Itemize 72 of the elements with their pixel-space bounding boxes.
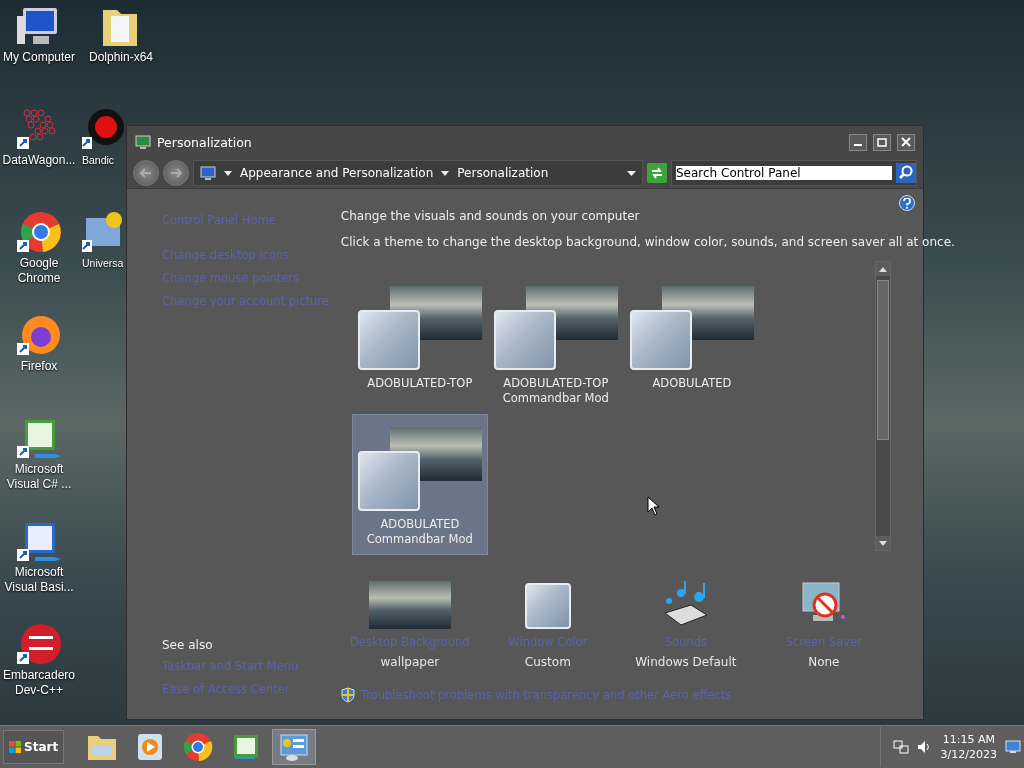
- address-bar[interactable]: Appearance and Personalization Personalization: [193, 160, 643, 186]
- network-icon[interactable]: [892, 739, 909, 755]
- setting-value: None: [808, 654, 840, 671]
- setting-value: wallpaper: [380, 654, 440, 671]
- taskbar-app-button[interactable]: [272, 729, 317, 765]
- breadcrumb-item[interactable]: Personalization: [457, 166, 549, 180]
- scrollbar-thumb[interactable]: [876, 280, 889, 440]
- search-field[interactable]: Search Control Panel: [671, 160, 917, 186]
- desktop-icon-label[interactable]: My Computer: [3, 50, 75, 65]
- color-swatch: [357, 310, 420, 370]
- forward-arrow-icon: [170, 168, 182, 178]
- desktop-icon-label[interactable]: Embarcadero Dev-C++: [0, 668, 78, 698]
- caret-icon[interactable]: [441, 170, 450, 176]
- desktop-icon-label[interactable]: Bandic: [82, 153, 115, 168]
- scroll-down-button[interactable]: [875, 536, 890, 550]
- close-button[interactable]: [897, 133, 915, 151]
- setting-value: Windows Default: [635, 654, 737, 671]
- desktop-icon-label[interactable]: Firefox: [20, 359, 58, 374]
- theme-name: ADOBULATED: [651, 376, 733, 391]
- color-swatch[interactable]: [524, 583, 571, 629]
- close-icon: [901, 137, 911, 147]
- breadcrumb-item[interactable]: Appearance and Personalization: [240, 166, 434, 180]
- forward-button[interactable]: [163, 160, 189, 186]
- minimize-button[interactable]: [849, 133, 867, 151]
- desktop-icon-label[interactable]: Universa: [82, 256, 124, 271]
- monitor-icon: [200, 165, 216, 181]
- caret-icon[interactable]: [627, 170, 636, 176]
- see-also-heading: See also: [162, 637, 214, 654]
- scrollbar[interactable]: [874, 261, 891, 551]
- control-panel-icon: [279, 732, 310, 762]
- chrome-icon: [183, 732, 214, 762]
- page-heading: Change the visuals and sounds on your computer: [340, 208, 641, 225]
- color-swatch: [629, 310, 692, 370]
- csharp-icon: [233, 734, 260, 760]
- window-title: Personalization: [157, 134, 253, 150]
- scroll-up-button[interactable]: [875, 262, 890, 276]
- clock-time[interactable]: 11:15 AM: [942, 732, 995, 747]
- theme-name: ADOBULATED-TOP Commandbar Mod: [501, 376, 610, 406]
- down-arrow-icon: [878, 540, 887, 546]
- wallpaper-thumbnail[interactable]: [368, 581, 451, 629]
- desktop-icon-label[interactable]: Dolphin-x64: [88, 50, 153, 65]
- up-arrow-icon: [878, 266, 887, 272]
- windows-logo-icon: [9, 741, 21, 753]
- clock-date[interactable]: 3/12/2023: [940, 747, 997, 762]
- caret-icon[interactable]: [224, 170, 232, 176]
- desktop-icon-label[interactable]: DataWagon...: [2, 153, 76, 168]
- desktop-icon-label[interactable]: Microsoft Visual C# ...: [0, 462, 78, 492]
- color-swatch: [357, 451, 420, 511]
- setting-value: Custom: [524, 654, 571, 671]
- maximize-icon: [877, 137, 887, 147]
- refresh-icon[interactable]: [647, 163, 667, 183]
- start-button[interactable]: Start: [3, 730, 65, 764]
- monitor-icon: [135, 134, 151, 150]
- theme-name: ADOBULATED Commandbar Mod: [365, 517, 474, 547]
- desktop-icon-label[interactable]: Microsoft Visual Basi...: [0, 565, 78, 595]
- theme-name: ADOBULATED-TOP: [366, 376, 474, 391]
- back-button[interactable]: [133, 160, 159, 186]
- search-icon[interactable]: [896, 163, 916, 183]
- theme-tile[interactable]: ADOBULATED-TOP: [351, 273, 488, 414]
- instruction-text: Click a theme to change the desktop background, window color, sounds, and screen saver all at once.: [340, 234, 955, 251]
- help-button[interactable]: [899, 195, 915, 211]
- theme-tile[interactable]: ADOBULATED Commandbar Mod: [351, 414, 488, 555]
- desktop-icon-label[interactable]: Google Chrome: [0, 256, 78, 286]
- theme-tile[interactable]: ADOBULATED-TOP Commandbar Mod: [487, 273, 624, 414]
- maximize-button[interactable]: [873, 133, 891, 151]
- theme-tile[interactable]: ADOBULATED: [623, 273, 760, 414]
- color-swatch: [493, 310, 556, 370]
- show-desktop-icon[interactable]: [1005, 740, 1021, 754]
- back-arrow-icon: [140, 168, 152, 178]
- play-icon: [137, 733, 164, 761]
- mouse-cursor-icon: [647, 496, 660, 516]
- shield-icon: [340, 687, 355, 703]
